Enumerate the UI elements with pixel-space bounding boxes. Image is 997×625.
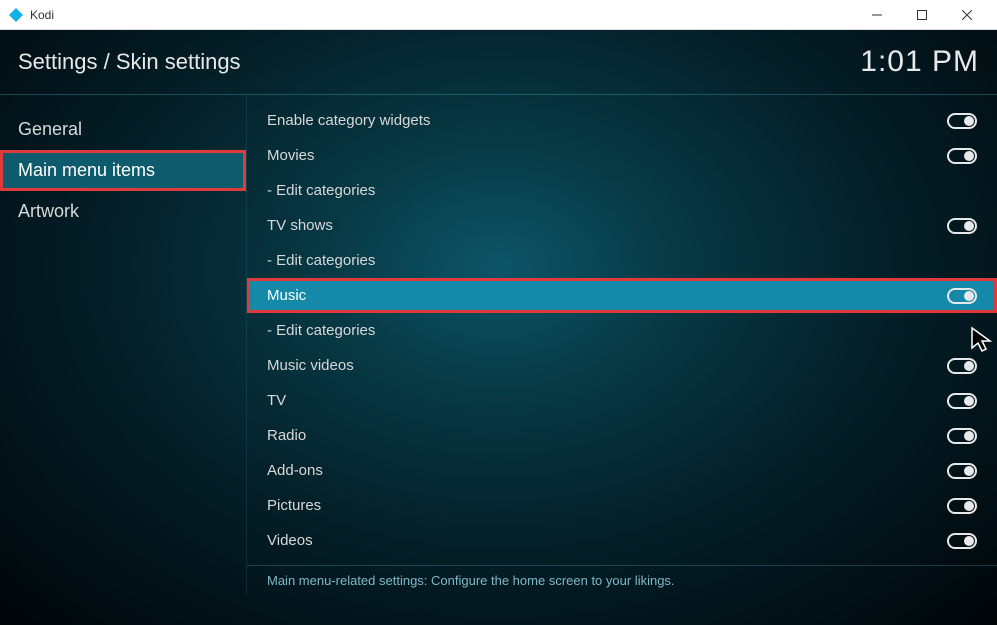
minimize-button[interactable] — [854, 0, 899, 29]
setting-label: Add-ons — [267, 462, 947, 479]
footer-hint: Main menu-related settings: Configure th… — [247, 565, 997, 595]
header: Settings / Skin settings 1:01 PM — [0, 30, 997, 95]
settings-content: Enable category widgets Movies - Edit cate… — [246, 95, 997, 595]
toggle-switch[interactable] — [947, 463, 977, 479]
toggle-switch[interactable] — [947, 533, 977, 549]
toggle-switch[interactable] — [947, 148, 977, 164]
main-body: General Main menu items Artwork Enable cat… — [0, 95, 997, 595]
sidebar-item-label: Artwork — [18, 201, 79, 221]
kodi-icon — [8, 7, 24, 23]
setting-label: Enable category widgets — [267, 112, 947, 129]
app-body: Settings / Skin settings 1:01 PM General… — [0, 30, 997, 625]
sidebar-item-label: Main menu items — [18, 160, 155, 180]
sidebar-item-main-menu-items[interactable]: Main menu items — [0, 150, 246, 191]
window-title: Kodi — [30, 8, 54, 22]
close-button[interactable] — [944, 0, 989, 29]
sidebar-item-label: General — [18, 119, 82, 139]
setting-row-tv[interactable]: TV — [247, 383, 997, 418]
setting-row-enable-category-widgets[interactable]: Enable category widgets — [247, 103, 997, 138]
setting-row-movies[interactable]: Movies — [247, 138, 997, 173]
sidebar: General Main menu items Artwork — [0, 95, 246, 595]
setting-label: TV — [267, 392, 947, 409]
setting-label: Music — [267, 287, 947, 304]
sidebar-item-general[interactable]: General — [0, 109, 246, 150]
setting-row-edit-categories[interactable]: - Edit categories — [247, 173, 997, 208]
toggle-switch[interactable] — [947, 393, 977, 409]
toggle-switch[interactable] — [947, 498, 977, 514]
breadcrumb: Settings / Skin settings — [18, 49, 241, 75]
setting-row-videos[interactable]: Videos — [247, 523, 997, 558]
setting-row-music[interactable]: Music — [247, 278, 997, 313]
toggle-switch[interactable] — [947, 288, 977, 304]
setting-row-edit-categories[interactable]: - Edit categories — [247, 313, 997, 348]
sidebar-item-artwork[interactable]: Artwork — [0, 191, 246, 232]
setting-row-edit-categories[interactable]: - Edit categories — [247, 243, 997, 278]
window-controls — [854, 0, 989, 29]
setting-label: Movies — [267, 147, 947, 164]
setting-label: Pictures — [267, 497, 947, 514]
setting-label: Radio — [267, 427, 947, 444]
setting-row-radio[interactable]: Radio — [247, 418, 997, 453]
titlebar: Kodi — [0, 0, 997, 30]
setting-label: Music videos — [267, 357, 947, 374]
toggle-switch[interactable] — [947, 218, 977, 234]
setting-row-tv-shows[interactable]: TV shows — [247, 208, 997, 243]
setting-label: - Edit categories — [267, 322, 977, 339]
setting-label: - Edit categories — [267, 182, 977, 199]
setting-label: TV shows — [267, 217, 947, 234]
maximize-button[interactable] — [899, 0, 944, 29]
setting-row-add-ons[interactable]: Add-ons — [247, 453, 997, 488]
toggle-switch[interactable] — [947, 358, 977, 374]
setting-label: - Edit categories — [267, 252, 977, 269]
toggle-switch[interactable] — [947, 113, 977, 129]
toggle-switch[interactable] — [947, 428, 977, 444]
setting-label: Videos — [267, 532, 947, 549]
setting-row-music-videos[interactable]: Music videos — [247, 348, 997, 383]
setting-row-pictures[interactable]: Pictures — [247, 488, 997, 523]
clock: 1:01 PM — [860, 45, 979, 79]
